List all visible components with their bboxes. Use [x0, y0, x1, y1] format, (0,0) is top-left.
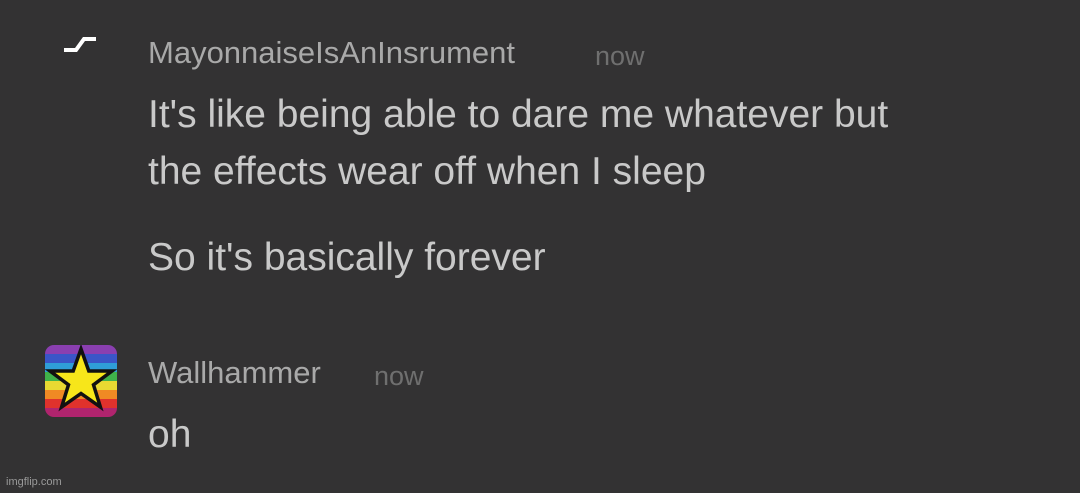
message-line: So it's basically forever [148, 236, 546, 279]
message-group-2: Wallhammer now oh [0, 330, 1080, 480]
message-line: oh [148, 413, 192, 456]
watermark: imgflip.com [6, 476, 62, 488]
message-line: It's like being able to dare me whatever… [148, 93, 889, 136]
avatar[interactable] [44, 343, 118, 417]
username[interactable]: Wallhammer [148, 357, 321, 388]
message-group-1: MayonnaiseIsAnInsrument now It's like be… [0, 0, 1080, 330]
timestamp: now [374, 361, 424, 391]
lightning-bolt-icon [64, 37, 96, 52]
rainbow-star-icon [44, 343, 118, 417]
timestamp: now [595, 41, 645, 71]
message-line: the effects wear off when I sleep [148, 150, 706, 193]
username[interactable]: MayonnaiseIsAnInsrument [148, 37, 515, 68]
avatar[interactable] [58, 28, 102, 58]
